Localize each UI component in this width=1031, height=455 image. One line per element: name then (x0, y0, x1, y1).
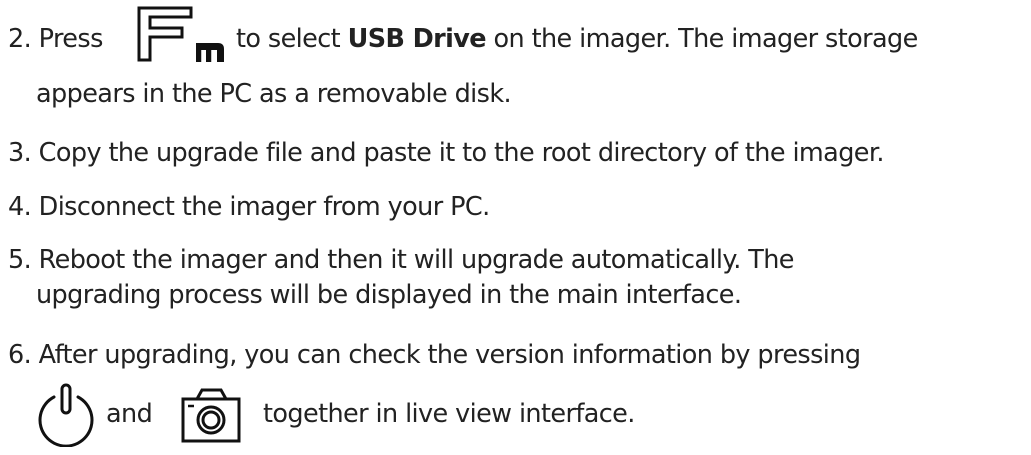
step-2-line-1-rest: to select USB Drive on the imager. The i… (236, 21, 918, 57)
step-4-text: Disconnect the imager from your PC. (38, 192, 491, 222)
step-4-number: 4. (8, 192, 32, 222)
step-6-line-1: 6. After upgrading, you can check the ve… (8, 337, 861, 373)
upgrade-steps-document: 2. Press to select USB Drive on the imag… (0, 0, 1031, 455)
step-3-text: Copy the upgrade file and paste it to th… (38, 138, 885, 168)
camera-button-icon (180, 387, 242, 443)
step-3-line: 3. Copy the upgrade file and paste it to… (8, 135, 885, 171)
step-2-text-before-icon: Press (38, 24, 104, 54)
step-5-line-2: upgrading process will be displayed in t… (36, 277, 742, 313)
fn-key-icon (136, 5, 228, 63)
step-2-continuation: appears in the PC as a removable disk. (36, 79, 512, 109)
step-2-bold-usb-drive: USB Drive (347, 24, 487, 54)
step-5-number: 5. (8, 245, 32, 275)
power-button-icon (34, 381, 98, 447)
step-6-text: After upgrading, you can check the versi… (38, 340, 861, 370)
step-5-line-1: 5. Reboot the imager and then it will up… (8, 242, 794, 278)
step-2-line-2: appears in the PC as a removable disk. (36, 76, 512, 112)
step-2-line-1: 2. Press (8, 21, 103, 57)
step-2-text-tail: on the imager. The imager storage (493, 24, 919, 54)
step-6-tail: together in live view interface. (263, 399, 635, 429)
step-5-text: Reboot the imager and then it will upgra… (38, 245, 795, 275)
step-2-number: 2. (8, 24, 32, 54)
step-6-connector: and (106, 399, 153, 429)
step-6-number: 6. (8, 340, 32, 370)
step-4-line: 4. Disconnect the imager from your PC. (8, 189, 490, 225)
step-2-text-after-icon: to select (236, 24, 341, 54)
step-3-number: 3. (8, 138, 32, 168)
step-5-continuation: upgrading process will be displayed in t… (36, 280, 742, 310)
